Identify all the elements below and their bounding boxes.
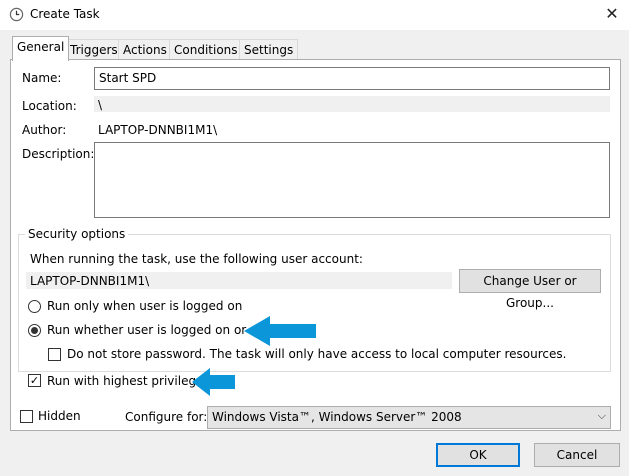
tab-actions[interactable]: Actions xyxy=(118,39,172,60)
ok-button[interactable]: OK xyxy=(436,443,520,467)
run-logged-on-label[interactable]: Run only when user is logged on xyxy=(47,299,242,313)
configure-value: Windows Vista™, Windows Server™ 2008 xyxy=(212,410,462,424)
run-whether-radio[interactable] xyxy=(28,324,41,337)
tab-settings[interactable]: Settings xyxy=(239,39,299,60)
location-label: Location: xyxy=(22,99,77,113)
window-title: Create Task xyxy=(30,7,100,21)
configure-select[interactable]: Windows Vista™, Windows Server™ 2008 ⌵ xyxy=(207,406,611,429)
change-user-button[interactable]: Change User or Group... xyxy=(459,269,601,310)
run-whether-label[interactable]: Run whether user is logged on or not xyxy=(47,323,270,337)
highest-privileges-checkbox[interactable]: ✓ xyxy=(28,374,41,387)
description-field[interactable] xyxy=(94,142,610,218)
user-account-field: LAPTOP-DNNBI1M1\ xyxy=(26,272,452,289)
cancel-button[interactable]: Cancel xyxy=(534,443,620,467)
tab-conditions[interactable]: Conditions xyxy=(169,39,243,60)
tab-triggers[interactable]: Triggers xyxy=(65,39,123,60)
chevron-down-icon: ⌵ xyxy=(597,409,606,422)
do-not-store-label[interactable]: Do not store password. The task will onl… xyxy=(67,347,566,361)
clock-icon xyxy=(9,7,24,22)
description-label: Description: xyxy=(22,147,95,161)
name-field[interactable]: Start SPD xyxy=(94,67,610,90)
author-label: Author: xyxy=(22,123,67,137)
author-value: LAPTOP-DNNBI1M1\ xyxy=(98,123,218,137)
security-options-title: Security options xyxy=(25,227,129,241)
account-prompt: When running the task, use the following… xyxy=(30,252,363,266)
configure-label: Configure for: xyxy=(125,410,208,424)
hidden-checkbox[interactable] xyxy=(20,410,33,423)
hidden-label[interactable]: Hidden xyxy=(38,409,81,423)
do-not-store-checkbox[interactable] xyxy=(48,348,61,361)
close-icon[interactable]: ✕ xyxy=(600,3,624,25)
highest-privileges-label[interactable]: Run with highest privileges xyxy=(47,374,210,388)
location-value: \ xyxy=(94,96,610,112)
annotation-arrow-icon xyxy=(192,368,235,396)
annotation-arrow-icon xyxy=(244,316,316,346)
name-label: Name: xyxy=(22,71,62,85)
run-logged-on-radio[interactable] xyxy=(28,300,41,313)
tab-general[interactable]: General xyxy=(12,36,70,61)
